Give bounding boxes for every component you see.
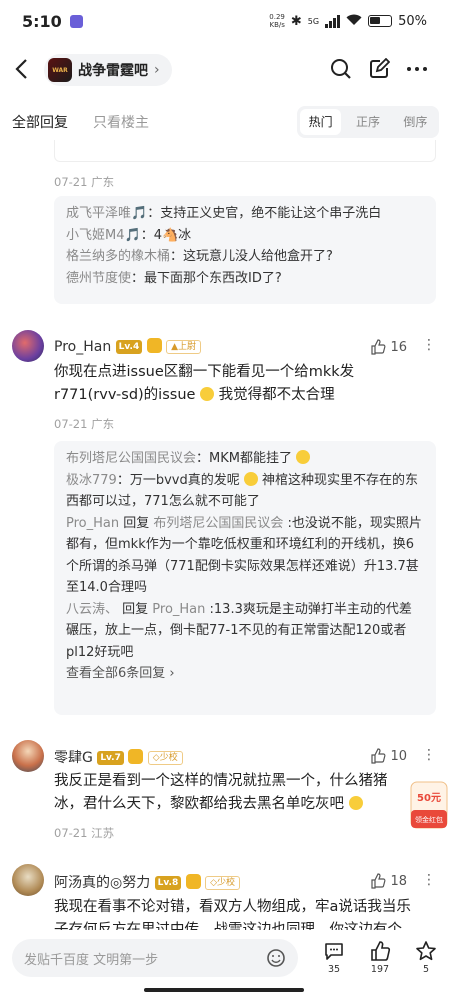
reply-input[interactable]: 发贴千百度 文明第一步	[12, 939, 298, 977]
edit-icon[interactable]	[366, 56, 392, 82]
like-count-button[interactable]: 197	[367, 940, 393, 975]
vip-icon	[146, 338, 162, 353]
red-packet-amount: 50元	[417, 793, 441, 804]
reply-item: 格兰纳多的橡木桶：这玩意儿没人给他盒开了?	[66, 249, 333, 264]
status-bar: 5:10 0.29 KB/s ✱ 5G 50%	[0, 0, 449, 42]
reply-preview[interactable]: 布列塔尼公国国民议会：MKM都能挂了 极冰779：万一bvvd真的发呢 神棺这种…	[54, 441, 436, 715]
red-packet-float[interactable]: 50元 领金红包	[409, 780, 449, 830]
comment-count-button[interactable]: 35	[321, 940, 347, 975]
vip-icon	[185, 874, 201, 889]
home-indicator[interactable]	[144, 988, 304, 992]
app-badge-icon	[69, 14, 83, 28]
thumb-up-icon	[371, 339, 386, 355]
battery-level: 50%	[398, 13, 427, 29]
embedded-card[interactable]	[54, 140, 436, 162]
reply-item: 极冰779：万一bvvd真的发呢 神棺这种现实里不存在的东西都可以过，771怎么…	[66, 471, 419, 509]
reply-item: 布列塔尼公国国民议会：MKM都能挂了	[66, 448, 424, 470]
bluetooth-icon: ✱	[290, 13, 302, 29]
comment-text: 我反正是看到一个这样的情况就拉黑一个，什么猪猪 冰，君什么天下，黎欧都给我去黑名…	[54, 773, 388, 812]
sort-asc[interactable]: 正序	[347, 109, 388, 135]
comment-user[interactable]: Pro_Han Lv.4 ▲上尉	[54, 338, 202, 355]
signal-label: 5G	[307, 16, 320, 26]
search-icon[interactable]	[328, 56, 354, 82]
avatar[interactable]	[12, 330, 44, 362]
avatar[interactable]	[12, 740, 44, 772]
signal-icon	[325, 14, 341, 28]
emoji-icon	[348, 795, 363, 810]
emoji-icon	[296, 450, 311, 464]
tab-all-replies[interactable]: 全部回复	[12, 112, 68, 132]
emoji-icon	[243, 471, 258, 486]
net-speed: 0.29 KB/s	[269, 13, 285, 29]
forum-name: 战争雷霆吧	[78, 63, 148, 79]
like-button[interactable]: 16	[370, 339, 407, 355]
level-badge: Lv.4	[115, 340, 143, 354]
reply-item: 成飞平泽唯🎵：支持正义史官，绝不能让这个串子洗白	[66, 206, 382, 221]
sort-segment: 热门 正序 倒序	[297, 106, 439, 138]
top-nav: WAR 战争雷霆吧 ›	[0, 48, 449, 92]
reply-item: 八云涛、 回复 Pro_Han :13.3爽玩是主动弹打半主动的代差碾压，放上一…	[66, 601, 412, 660]
comment-user[interactable]: 零肆G Lv.7 ◇少校	[54, 747, 183, 767]
more-dots-icon[interactable]: ⋮	[422, 872, 436, 888]
tab-op-only[interactable]: 只看楼主	[93, 112, 149, 132]
reply-tabs: 全部回复 只看楼主 热门 正序 倒序	[0, 104, 449, 138]
avatar[interactable]	[12, 864, 44, 896]
more-dots-icon[interactable]: ⋮	[422, 337, 436, 353]
chevron-right-icon: ›	[154, 62, 160, 78]
back-arrow-icon[interactable]	[14, 58, 30, 86]
comment-meta: 07-21 江苏	[54, 826, 115, 840]
vip-icon	[128, 749, 144, 764]
comment-user[interactable]: 阿汤真的◎努力 Lv.8 ◇少校	[54, 872, 241, 892]
level-badge: Lv.7	[97, 751, 124, 765]
level-badge: Lv.8	[154, 876, 182, 890]
sort-desc[interactable]: 倒序	[395, 109, 436, 135]
reply-item: 德州节度使：最下面那个东西改ID了?	[66, 270, 282, 286]
reply-preview[interactable]: 成飞平泽唯🎵：支持正义史官，绝不能让这个串子洗白 小飞姬M4🎵：4🐴冰 格兰纳多…	[54, 196, 436, 304]
reply-item: Pro_Han 回复 布列塔尼公国国民议会 :也没说不能，现实照片都有，但mkk…	[66, 515, 422, 596]
comment-text: 你现在点进issue区翻一下能看见一个给mkk发 r771(rvv-sd)的is…	[54, 364, 355, 403]
rank-tag: ◇少校	[205, 876, 241, 890]
battery-icon	[368, 15, 393, 27]
like-button[interactable]: 18	[370, 873, 407, 889]
star-icon	[416, 941, 436, 961]
thumb-up-icon	[371, 873, 386, 889]
favorite-count-button[interactable]: 5	[413, 940, 439, 975]
emoji-icon	[200, 386, 215, 401]
reply-placeholder: 发贴千百度 文明第一步	[24, 952, 159, 968]
status-time: 5:10	[22, 11, 62, 31]
post-meta: 07-21 广东	[54, 175, 115, 189]
view-all-replies-link[interactable]: 查看全部6条回复 ›	[66, 663, 424, 685]
like-button[interactable]: 10	[370, 748, 407, 764]
more-dots-icon[interactable]: ⋮	[422, 747, 436, 763]
forum-logo: WAR	[48, 58, 72, 82]
comment-meta: 07-21 广东	[54, 417, 115, 431]
thumb-up-icon	[371, 941, 391, 961]
rank-tag: ▲上尉	[166, 340, 202, 354]
forum-chip[interactable]: WAR 战争雷霆吧 ›	[44, 54, 172, 86]
reply-item: 小飞姬M4🎵：4🐴冰	[66, 227, 192, 243]
rank-tag: ◇少校	[147, 751, 183, 765]
sort-hot[interactable]: 热门	[300, 109, 342, 135]
emoji-picker-icon[interactable]	[266, 948, 286, 968]
wifi-icon	[346, 13, 362, 30]
red-packet-label: 领金红包	[415, 816, 443, 824]
more-icon[interactable]	[404, 56, 430, 82]
comment-icon	[325, 943, 343, 960]
thumb-up-icon	[371, 748, 386, 764]
